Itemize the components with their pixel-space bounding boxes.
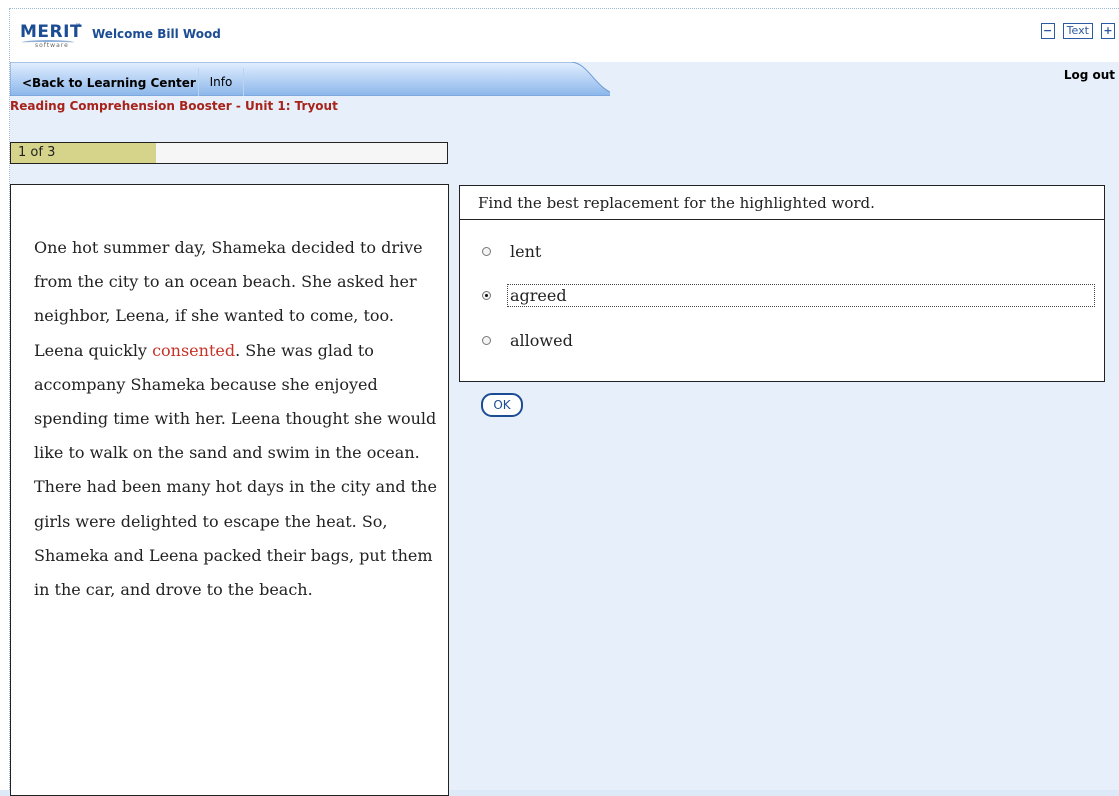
reading-passage-panel: One hot summer day, Shameka decided to d…: [10, 184, 449, 796]
logo-subtext: software: [35, 42, 69, 49]
passage-text-after: . She was glad to accompany Shameka beca…: [34, 340, 437, 600]
nav-bar: <Back to Learning Center Info Log out: [10, 62, 1119, 97]
progress-bar: 1 of 3: [10, 142, 448, 164]
text-size-button[interactable]: Text: [1062, 23, 1093, 39]
nav-tabs-background: <Back to Learning Center Info: [10, 62, 610, 96]
back-to-learning-center-link[interactable]: <Back to Learning Center: [10, 68, 196, 96]
window-frame-left: [0, 8, 10, 790]
focus-outline: [507, 284, 1095, 307]
increase-text-button[interactable]: +: [1101, 23, 1115, 39]
highlighted-word: consented: [152, 340, 236, 360]
merit-logo: MERIT ™ software: [20, 22, 83, 49]
radio-agreed[interactable]: [482, 291, 491, 300]
lesson-title: Reading Comprehension Booster - Unit 1: …: [10, 99, 338, 113]
progress-label: 1 of 3: [18, 145, 56, 160]
radio-allowed[interactable]: [482, 336, 491, 345]
welcome-message: Welcome Bill Wood: [92, 27, 221, 41]
logout-link[interactable]: Log out: [1064, 68, 1115, 82]
window-frame-top: [0, 0, 1119, 9]
ok-button[interactable]: OK: [481, 393, 523, 417]
decrease-text-button[interactable]: −: [1040, 23, 1055, 39]
tab-info[interactable]: Info: [198, 68, 244, 96]
option-label: allowed: [510, 331, 573, 350]
radio-lent[interactable]: [482, 247, 491, 256]
header: MERIT ™ software Welcome Bill Wood − Tex…: [10, 9, 1119, 62]
question-prompt: Find the best replacement for the highli…: [460, 186, 1104, 220]
question-panel: Find the best replacement for the highli…: [459, 185, 1105, 382]
option-label: lent: [510, 242, 542, 261]
text-size-controls: − Text +: [1038, 23, 1115, 39]
passage-text: One hot summer day, Shameka decided to d…: [34, 231, 439, 607]
option-label: agreed: [510, 286, 567, 305]
logo-text: MERIT: [20, 22, 83, 42]
